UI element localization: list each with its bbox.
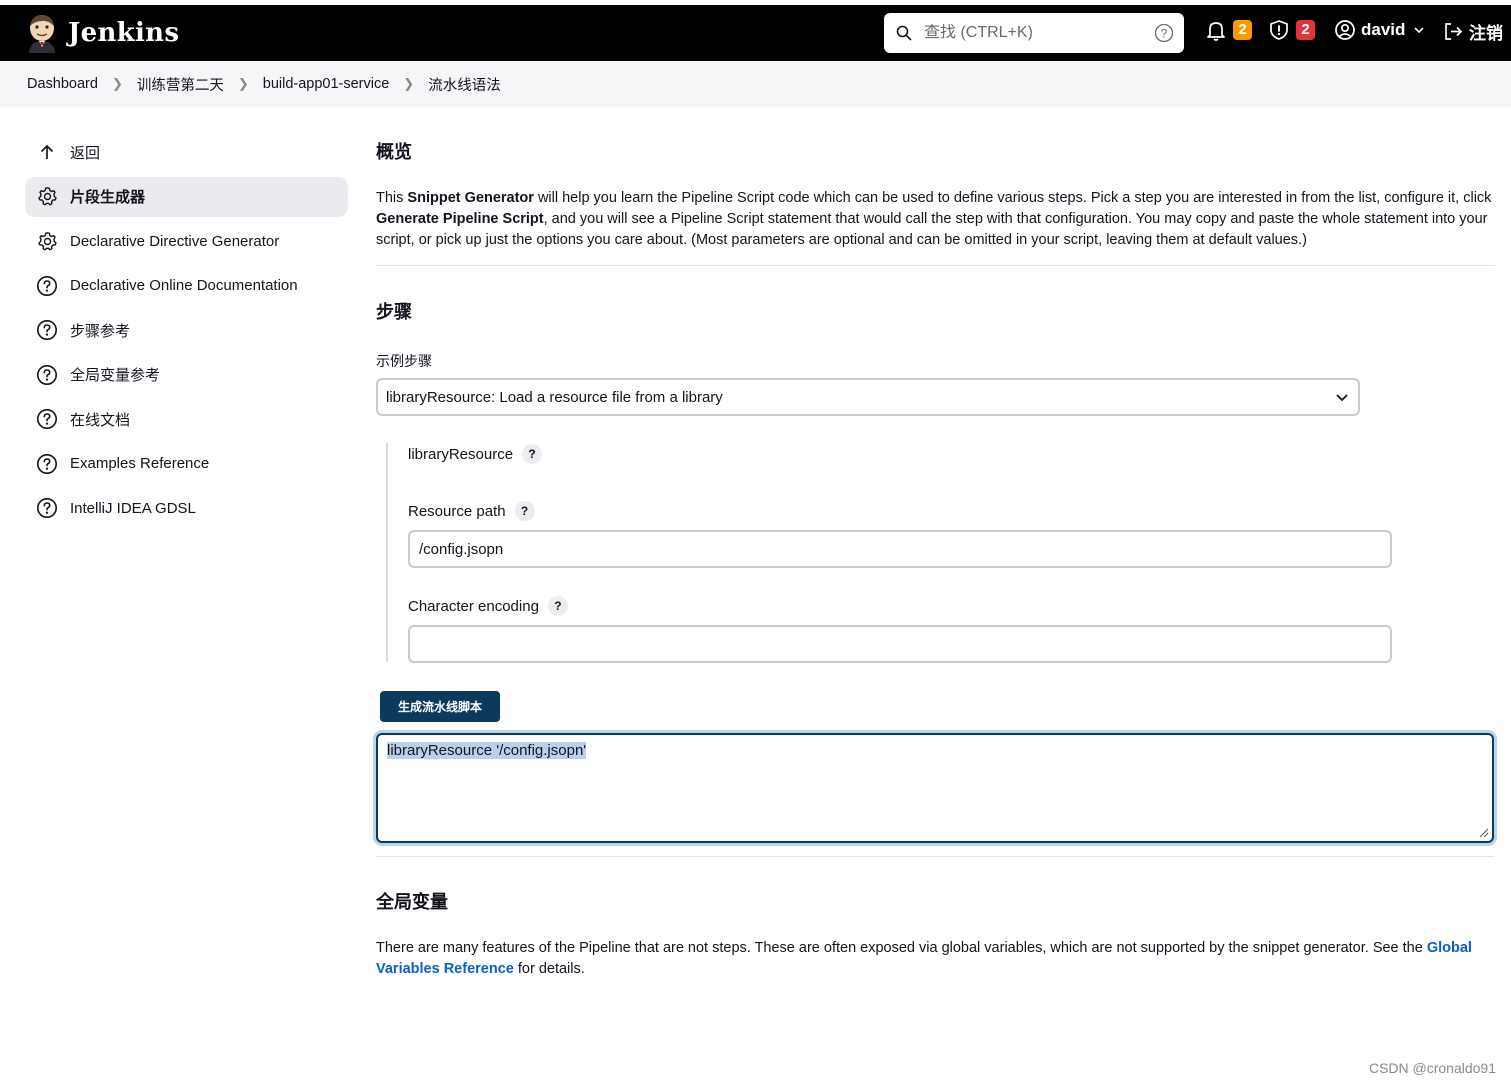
gear-icon	[36, 230, 58, 252]
sidebar: 返回 片段生成器 Declarative Directive Generator…	[25, 132, 348, 533]
help-circle-icon	[36, 364, 58, 386]
sidebar-item-label: 返回	[70, 144, 101, 162]
chevron-down-icon	[1336, 394, 1348, 402]
chevron-right-icon: ❯	[403, 76, 415, 91]
encoding-label: Character encoding	[408, 597, 539, 615]
sidebar-item-global-variables-reference[interactable]: 全局变量参考	[25, 355, 348, 395]
notifications-button[interactable]: 2	[1205, 19, 1252, 41]
shield-icon	[1270, 20, 1288, 40]
user-menu[interactable]: david	[1334, 19, 1426, 41]
sidebar-item-snippet-generator[interactable]: 片段生成器	[25, 176, 348, 217]
sidebar-item-online-docs[interactable]: 在线文档	[25, 399, 348, 439]
help-icon[interactable]: ?	[547, 596, 568, 616]
brand-name: Jenkins	[68, 18, 180, 48]
sidebar-item-label: 片段生成器	[70, 189, 146, 206]
chevron-right-icon: ❯	[111, 76, 123, 91]
sidebar-item-online-documentation[interactable]: Declarative Online Documentation	[25, 266, 348, 306]
resource-path-input[interactable]	[408, 530, 1392, 568]
bell-icon	[1207, 22, 1225, 41]
breadcrumb-job[interactable]: build-app01-service	[263, 76, 390, 92]
resource-path-row: Resource path ?	[408, 501, 535, 521]
nested-section-bar	[386, 443, 388, 662]
global-variables-heading: 全局变量	[376, 892, 448, 912]
help-circle-icon	[36, 408, 58, 430]
breadcrumb-folder[interactable]: 训练营第二天	[137, 74, 224, 95]
breadcrumb-pipeline-syntax[interactable]: 流水线语法	[428, 74, 501, 95]
security-badge: 2	[1296, 20, 1315, 40]
sidebar-item-back[interactable]: 返回	[25, 132, 348, 172]
jenkins-butler-icon	[29, 15, 55, 53]
sidebar-item-label: Declarative Directive Generator	[70, 232, 280, 250]
generate-pipeline-script-button[interactable]: 生成流水线脚本	[380, 691, 500, 722]
sidebar-item-label: Declarative Online Documentation	[70, 277, 298, 294]
help-circle-icon	[36, 319, 58, 341]
user-avatar-icon	[1335, 20, 1355, 40]
username: david	[1361, 20, 1406, 39]
encoding-row: Character encoding ?	[408, 596, 568, 616]
sidebar-item-directive-generator[interactable]: Declarative Directive Generator	[25, 221, 348, 261]
character-encoding-input[interactable]	[408, 625, 1392, 663]
generated-script-text: libraryResource '/config.jsopn'	[387, 742, 587, 759]
notifications-badge: 2	[1233, 20, 1252, 40]
search-box[interactable]: ?	[884, 13, 1184, 53]
search-help-icon[interactable]: ?	[1154, 23, 1174, 43]
breadcrumb-dashboard[interactable]: Dashboard	[27, 76, 98, 92]
overview-heading: 概览	[376, 142, 412, 162]
generated-script-output[interactable]: libraryResource '/config.jsopn'	[376, 733, 1494, 843]
security-button[interactable]: 2	[1268, 19, 1315, 41]
help-circle-icon	[36, 453, 58, 475]
arrow-up-icon	[36, 141, 58, 163]
sidebar-item-label: IntelliJ IDEA GDSL	[70, 499, 196, 517]
resize-handle-icon[interactable]	[1479, 828, 1489, 838]
sample-step-label: 示例步骤	[376, 353, 432, 369]
logout-label: 注销	[1469, 24, 1503, 43]
help-icon[interactable]: ?	[522, 444, 543, 464]
global-variables-description: There are many features of the Pipeline …	[376, 940, 1472, 977]
search-icon	[896, 25, 912, 41]
search-input[interactable]	[924, 24, 1154, 42]
chevron-down-icon	[1414, 27, 1424, 34]
help-icon[interactable]: ?	[514, 501, 535, 521]
logout-icon	[1445, 23, 1463, 40]
sidebar-item-label: 步骤参考	[70, 322, 131, 340]
resource-path-label: Resource path	[408, 502, 506, 520]
logout-button[interactable]: 注销	[1443, 19, 1503, 44]
sample-step-value: libraryResource: Load a resource file fr…	[386, 388, 723, 406]
gear-icon	[36, 186, 58, 208]
svg-text:?: ?	[1161, 27, 1168, 41]
help-circle-icon	[36, 497, 58, 519]
overview-description: This Snippet Generator will help you lea…	[376, 190, 1492, 248]
chevron-right-icon: ❯	[237, 76, 249, 91]
sidebar-item-label: 在线文档	[70, 411, 131, 429]
sidebar-item-steps-reference[interactable]: 步骤参考	[25, 310, 348, 350]
step-name-row: libraryResource ?	[408, 444, 543, 464]
section-divider	[376, 856, 1494, 857]
watermark: CSDN @cronaldo91	[1368, 1060, 1496, 1076]
top-header: Jenkins ? 2 2 david	[0, 5, 1511, 61]
sidebar-item-label: Examples Reference	[70, 455, 210, 472]
step-name: libraryResource	[408, 445, 514, 463]
sidebar-item-label: 全局变量参考	[70, 367, 161, 384]
sample-step-select[interactable]: libraryResource: Load a resource file fr…	[376, 378, 1360, 416]
breadcrumb: Dashboard ❯ 训练营第二天 ❯ build-app01-service…	[0, 61, 1511, 107]
sidebar-item-intellij-gdsl[interactable]: IntelliJ IDEA GDSL	[25, 488, 348, 528]
help-circle-icon	[36, 275, 58, 297]
steps-heading: 步骤	[376, 302, 412, 322]
section-divider	[376, 265, 1494, 266]
sidebar-item-examples-reference[interactable]: Examples Reference	[25, 444, 348, 484]
jenkins-logo[interactable]: Jenkins	[26, 13, 179, 53]
